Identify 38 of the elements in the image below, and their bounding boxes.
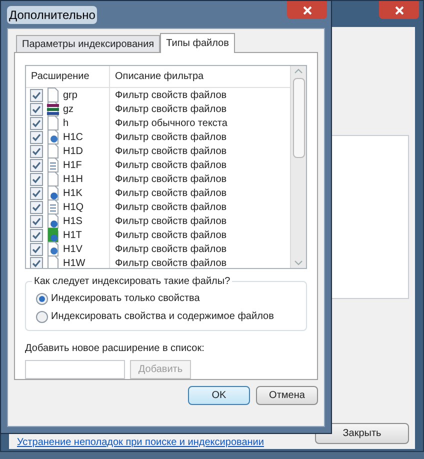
description-cell-text: Фильтр свойств файлов bbox=[114, 214, 227, 228]
description-cell-text: Фильтр обычного текста bbox=[114, 116, 228, 130]
extension-cell-text: H1Q bbox=[63, 200, 84, 214]
description-cell-text: Фильтр свойств файлов bbox=[114, 228, 227, 242]
close-window-button[interactable]: Закрыть bbox=[315, 423, 409, 444]
description-cell-text: Фильтр свойств файлов bbox=[114, 158, 227, 172]
description-cell-text: Фильтр свойств файлов bbox=[114, 88, 227, 102]
description-cell-text: Фильтр свойств файлов bbox=[114, 242, 227, 256]
extension-cell-text: H1W bbox=[63, 256, 86, 268]
description-cell-text: Фильтр свойств файлов bbox=[114, 256, 227, 268]
radio-label: Индексировать только свойства bbox=[51, 292, 200, 306]
extension-cell-text: H1C bbox=[63, 130, 84, 144]
radio-label: Индексировать свойства и содержимое файлов bbox=[51, 310, 274, 324]
description-cell-text: Фильтр свойств файлов bbox=[114, 144, 227, 158]
window-title: Дополнительно bbox=[7, 6, 98, 24]
extension-cell-text: H1K bbox=[63, 186, 82, 200]
description-cell-text: Фильтр свойств файлов bbox=[114, 172, 227, 186]
description-cell-text: Фильтр свойств файлов bbox=[114, 186, 227, 200]
extension-cell-text: grp bbox=[63, 88, 78, 102]
tab[interactable]: Типы файлов bbox=[160, 33, 235, 53]
description-cell-text: Фильтр свойств файлов bbox=[114, 102, 227, 116]
group-title: Как следует индексировать такие файлы? bbox=[32, 275, 232, 288]
extension-cell-text: H1D bbox=[63, 144, 84, 158]
description-cell-text: Фильтр свойств файлов bbox=[114, 130, 227, 144]
extension-cell-text: H1F bbox=[63, 158, 82, 172]
dialog-button[interactable]: Отмена bbox=[256, 386, 318, 405]
extension-cell-text: H1V bbox=[63, 242, 82, 256]
extension-cell-text: h bbox=[63, 116, 69, 130]
dialog-button[interactable]: OK bbox=[188, 386, 250, 405]
column-header[interactable]: Описание фильтра bbox=[110, 69, 204, 84]
extension-cell-text: H1H bbox=[63, 172, 84, 186]
description-cell-text: Фильтр свойств файлов bbox=[114, 200, 227, 214]
troubleshoot-link[interactable]: Устранение неполадок при поиске и индексировании bbox=[17, 437, 264, 448]
extension-cell-text: H1S bbox=[63, 214, 82, 228]
add-extension-label: Добавить новое расширение в список: bbox=[25, 342, 206, 356]
extension-cell-text: gz bbox=[63, 102, 74, 116]
extension-cell-text: H1T bbox=[63, 228, 82, 242]
tab[interactable]: Параметры индексирования bbox=[16, 35, 160, 52]
